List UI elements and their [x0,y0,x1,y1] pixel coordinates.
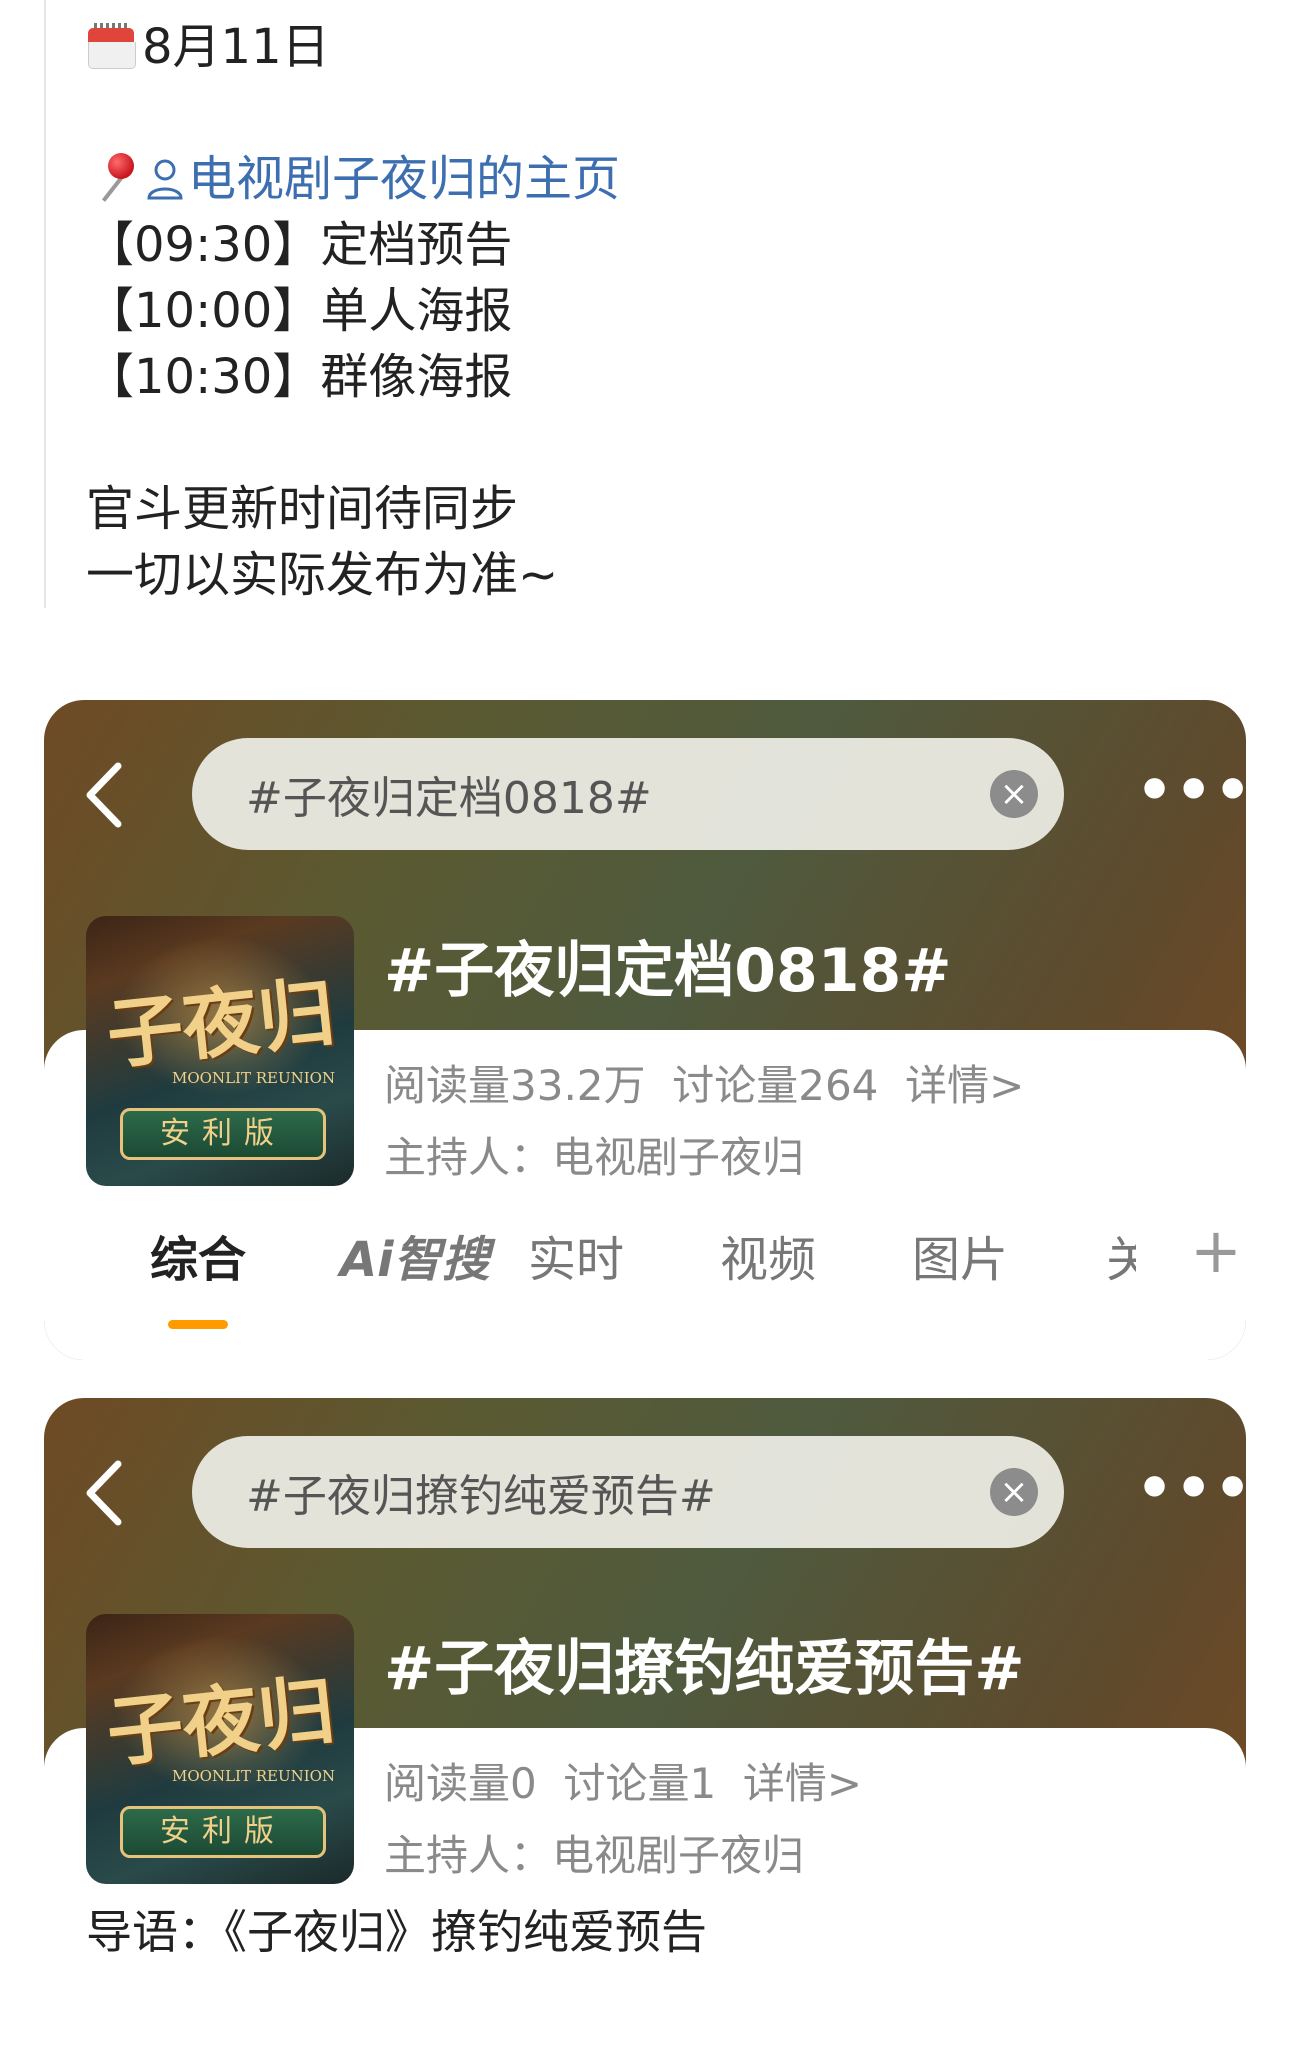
clear-icon[interactable]: × [990,1468,1038,1516]
note-line: 官斗更新时间待同步 [86,481,519,537]
topic-card-screenshot: #子夜归定档0818# × ••• 子夜归 MOONLIT REUNION 安利… [44,700,1246,1360]
tab-truncated[interactable]: 关 [1106,1220,1136,1290]
poster-badge: 安利版 [120,1806,326,1858]
search-query: #子夜归定档0818# [246,773,652,824]
schedule-row: 【09:30】 定档预告 [86,212,1236,278]
schedule-item: 单人海报 [320,283,513,339]
clear-icon[interactable]: × [990,770,1038,818]
search-query: #子夜归撩钓纯爱预告# [246,1471,716,1522]
poster-english-title: MOONLIT REUNION [172,1069,336,1087]
details-link[interactable]: 详情> [743,1759,862,1808]
note-line: 一切以实际发布为准~ [86,547,559,603]
user-icon [147,159,183,200]
discussion-count: 讨论量1 [563,1759,717,1808]
poster-title: 子夜归 [102,1665,339,1778]
more-icon[interactable]: ••• [1136,1459,1246,1518]
topic-intro: 导语：《子夜归》撩钓纯爱预告 [86,1905,707,1959]
tab-ai-search[interactable]: Ai智搜 [340,1220,490,1290]
host-label: 主持人： [384,1831,553,1880]
schedule-item: 群像海报 [320,349,513,405]
poster-english-title: MOONLIT REUNION [172,1767,336,1785]
poster-title: 子夜归 [102,967,339,1080]
topic-stats: 阅读量33.2万 讨论量264 详情> [384,1052,1024,1113]
back-chevron-icon[interactable] [82,1458,126,1528]
account-link[interactable]: 电视剧子夜归的主页 [188,146,620,212]
plus-icon[interactable]: + [1190,1214,1242,1287]
topic-poster: 子夜归 MOONLIT REUNION 安利版 [86,916,354,1186]
search-input[interactable]: #子夜归定档0818# × [192,738,1064,850]
pushpin-icon [86,149,142,209]
topic-title: #子夜归定档0818# [384,936,952,1006]
schedule-time: 【10:00】 [86,283,321,339]
schedule-item: 定档预告 [320,217,513,273]
topic-host: 主持人：电视剧子夜归 [384,1822,804,1883]
search-tabs: 综合 Ai智搜 实时 视频 图片 关 + [104,1214,1242,1329]
tab-realtime[interactable]: 实时 [528,1220,624,1290]
topic-title: #子夜归撩钓纯爱预告# [384,1634,1025,1704]
tab-images[interactable]: 图片 [912,1220,1008,1290]
host-label: 主持人： [384,1133,553,1182]
search-input[interactable]: #子夜归撩钓纯爱预告# × [192,1436,1064,1548]
post-left-border [44,0,46,608]
calendar-icon [86,22,136,72]
tab-video[interactable]: 视频 [720,1220,816,1290]
host-name[interactable]: 电视剧子夜归 [552,1831,804,1880]
read-count: 阅读量0 [384,1759,537,1808]
schedule-row: 【10:00】 单人海报 [86,278,1236,344]
topic-host: 主持人：电视剧子夜归 [384,1124,804,1185]
schedule-row: 【10:30】 群像海报 [86,344,1236,410]
back-chevron-icon[interactable] [82,760,126,830]
date-line: 8月11日 [86,14,1236,80]
details-link[interactable]: 详情> [905,1061,1024,1110]
read-count: 阅读量33.2万 [384,1061,646,1110]
more-icon[interactable]: ••• [1136,761,1246,820]
poster-badge: 安利版 [120,1108,326,1160]
discussion-count: 讨论量264 [672,1061,879,1110]
topic-stats: 阅读量0 讨论量1 详情> [384,1750,862,1811]
schedule-time: 【09:30】 [86,217,321,273]
schedule-time: 【10:30】 [86,349,321,405]
host-name[interactable]: 电视剧子夜归 [552,1133,804,1182]
date-label: 8月11日 [142,19,330,75]
tab-comprehensive[interactable]: 综合 [150,1220,246,1290]
post-body: 8月11日 电视剧子夜归的主页 【09:30】 定档预告 【10:00】 单人海报 … [86,14,1236,608]
active-tab-indicator [168,1320,228,1329]
account-line[interactable]: 电视剧子夜归的主页 [86,146,1236,212]
topic-poster: 子夜归 MOONLIT REUNION 安利版 [86,1614,354,1884]
